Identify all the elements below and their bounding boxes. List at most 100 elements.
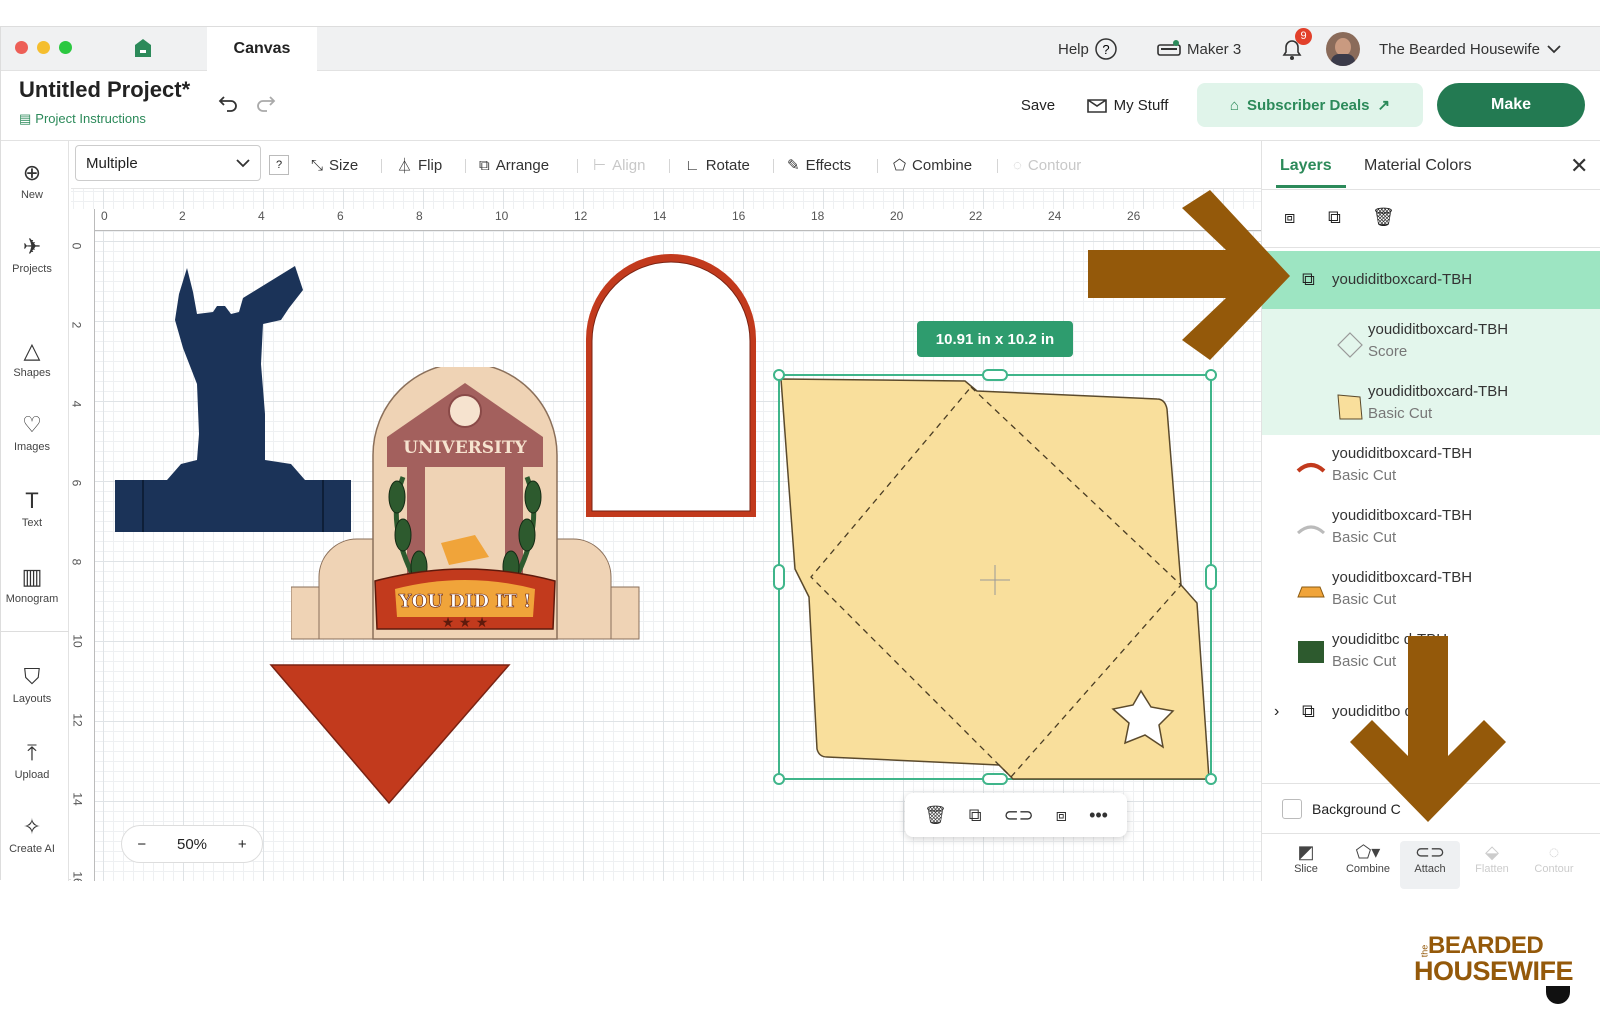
design-canvas[interactable]: 0 2 4 6 8 10 12 14 16 18 20 22 24 26 28 … (71, 189, 1261, 881)
sidebar-item-create-ai[interactable]: ✧ Create AI (1, 815, 63, 856)
layer-row-group[interactable]: ⧉ youdiditboxcard-TBH (1262, 251, 1600, 309)
ruler-tick: 8 (71, 559, 83, 566)
beard-icon (1546, 986, 1570, 1004)
rotate-tool[interactable]: ∟ Rotate (685, 141, 750, 189)
sidebar-item-monogram[interactable]: ▥ Monogram (1, 565, 63, 606)
zoom-in-button[interactable]: + (238, 836, 247, 853)
arrange-tool[interactable]: ⧉ Arrange (479, 141, 549, 189)
contour-icon: ◌ (1548, 842, 1560, 862)
ruler-tick: 2 (71, 322, 83, 329)
tab-material-colors[interactable]: Material Colors (1364, 157, 1472, 175)
minimize-window-icon[interactable] (37, 41, 50, 54)
save-button[interactable]: Save (1011, 89, 1065, 121)
duplicate-icon[interactable]: ⧉ (969, 805, 982, 826)
ruler-tick: 10 (71, 634, 85, 648)
layer-row[interactable]: youdiditboxcard-TBH Basic Cut (1262, 375, 1600, 437)
laurel-layer-thumbnail-icon (1298, 641, 1324, 663)
close-window-icon[interactable] (15, 41, 28, 54)
layer-name: youdiditboxcard-TBH (1368, 321, 1509, 338)
ruler-tick: 14 (71, 792, 85, 806)
slice-button[interactable]: ◩ Slice (1276, 841, 1336, 875)
sidebar-item-new[interactable]: ⊕ New (1, 161, 63, 202)
project-instructions-link[interactable]: ▤ Project Instructions (19, 111, 146, 127)
flatten-button[interactable]: ⬙ Flatten (1462, 841, 1522, 875)
text-icon: T (25, 488, 39, 513)
project-title[interactable]: Untitled Project* (19, 77, 190, 103)
sidebar-item-layouts[interactable]: ⛉ Layouts (1, 665, 63, 706)
operation-help-button[interactable]: ? (269, 155, 289, 175)
sidebar-item-text[interactable]: T Text (1, 488, 63, 530)
avatar[interactable] (1326, 32, 1360, 66)
size-tool[interactable]: ⤡ Size (311, 141, 358, 189)
trash-icon[interactable]: 🗑 (1372, 207, 1395, 228)
make-button[interactable]: Make (1437, 83, 1585, 127)
more-options-icon[interactable]: ••• (1089, 805, 1108, 826)
sidebar-label-create-ai: Create AI (9, 843, 55, 855)
layer-row[interactable]: youdiditboxcard-TBH Basic Cut (1262, 561, 1600, 623)
toolbar-separator (997, 159, 998, 173)
ruler-tick: 16 (71, 871, 85, 881)
ruler-top: 0 2 4 6 8 10 12 14 16 18 20 22 24 26 28 (71, 209, 1261, 231)
close-panel-icon[interactable]: ✕ (1570, 153, 1588, 179)
home-icon[interactable] (133, 37, 153, 59)
badge-ribbon-text: YOU DID IT ! (398, 591, 531, 612)
tab-layers[interactable]: Layers (1280, 157, 1332, 175)
account-menu[interactable]: The Bearded Housewife (1379, 27, 1562, 71)
brand-logo-line2: HOUSEWIFE (1414, 956, 1574, 986)
svg-text:?: ? (1102, 42, 1109, 57)
layer-operation: Score (1368, 343, 1408, 360)
layer-name: youdiditboxcard-TBH (1332, 271, 1473, 288)
operation-select[interactable]: Multiple (75, 145, 261, 181)
sidebar-item-images[interactable]: ♡ Images (1, 413, 63, 454)
flip-tool[interactable]: ⏃ Flip (397, 141, 442, 189)
panel-divider (1262, 247, 1600, 248)
ruler-tick: 4 (71, 401, 83, 408)
red-triangle-shape[interactable] (269, 659, 513, 807)
arch-frame-shape[interactable] (583, 253, 759, 521)
project-instructions-label: Project Instructions (35, 111, 146, 126)
layer-operation: Basic Cut (1368, 405, 1433, 422)
duplicate-icon[interactable]: ⧉ (1328, 207, 1341, 228)
flip-icon: ⏃ (397, 157, 413, 175)
arrange-label: Arrange (495, 156, 550, 174)
sidebar-label-layouts: Layouts (12, 693, 52, 705)
layer-row[interactable]: youdiditboxcard-TBH Basic Cut (1262, 437, 1600, 499)
group-icon[interactable]: ⧈ (1056, 805, 1067, 826)
attach-icon[interactable]: ⊂⊃ (1004, 805, 1034, 826)
background-checkbox[interactable] (1282, 799, 1302, 819)
redo-icon[interactable] (253, 93, 277, 113)
maximize-window-icon[interactable] (59, 41, 72, 54)
trash-icon[interactable]: 🗑 (924, 805, 947, 826)
attach-button[interactable]: ⊂⊃ Attach (1400, 841, 1460, 889)
sidebar-item-shapes[interactable]: △ Shapes (1, 339, 63, 380)
external-link-icon: ↗ (1377, 97, 1391, 114)
envelope-layer-thumbnail-icon (1337, 394, 1363, 420)
contour-label: Contour (1534, 863, 1574, 875)
my-stuff-button[interactable]: My Stuff (1079, 89, 1175, 121)
ruler-tick: 2 (179, 209, 186, 223)
selected-envelope-shape[interactable] (773, 369, 1223, 785)
ruler-tick: 8 (416, 209, 423, 223)
effects-tool[interactable]: ✎ Effects (787, 141, 851, 189)
layer-row[interactable]: youdiditboxcard-TBH Score (1262, 313, 1600, 375)
align-tool[interactable]: ⊢ Align (593, 141, 645, 189)
contour-button[interactable]: ◌ Contour (1524, 841, 1584, 875)
zoom-out-button[interactable]: − (137, 836, 146, 853)
help-button[interactable]: Help ? (1058, 27, 1117, 71)
tab-canvas[interactable]: Canvas (207, 27, 317, 71)
flatten-icon: ⬙ (1485, 842, 1499, 862)
chevron-right-icon[interactable]: › (1274, 703, 1279, 721)
combine-button[interactable]: ⬠▾ Combine (1338, 841, 1398, 875)
ruler-tick: 22 (969, 209, 983, 223)
sidebar-item-upload[interactable]: ⤒ Upload (1, 741, 63, 782)
combine-tool[interactable]: ⬠ Combine (893, 141, 972, 189)
sidebar-item-projects[interactable]: ✈ Projects (1, 235, 63, 276)
undo-icon[interactable] (217, 93, 241, 113)
notifications-button[interactable]: 9 (1279, 27, 1312, 71)
my-stuff-label: My Stuff (1113, 96, 1169, 114)
machine-button[interactable]: Maker 3 (1157, 27, 1241, 71)
contour-tool[interactable]: ◌ Contour (1013, 141, 1081, 189)
subscriber-deals-button[interactable]: ⌂ Subscriber Deals ↗ (1197, 83, 1423, 127)
layer-row[interactable]: youdiditboxcard-TBH Basic Cut (1262, 499, 1600, 561)
layer-name: youdiditboxcard-TBH (1332, 445, 1473, 462)
